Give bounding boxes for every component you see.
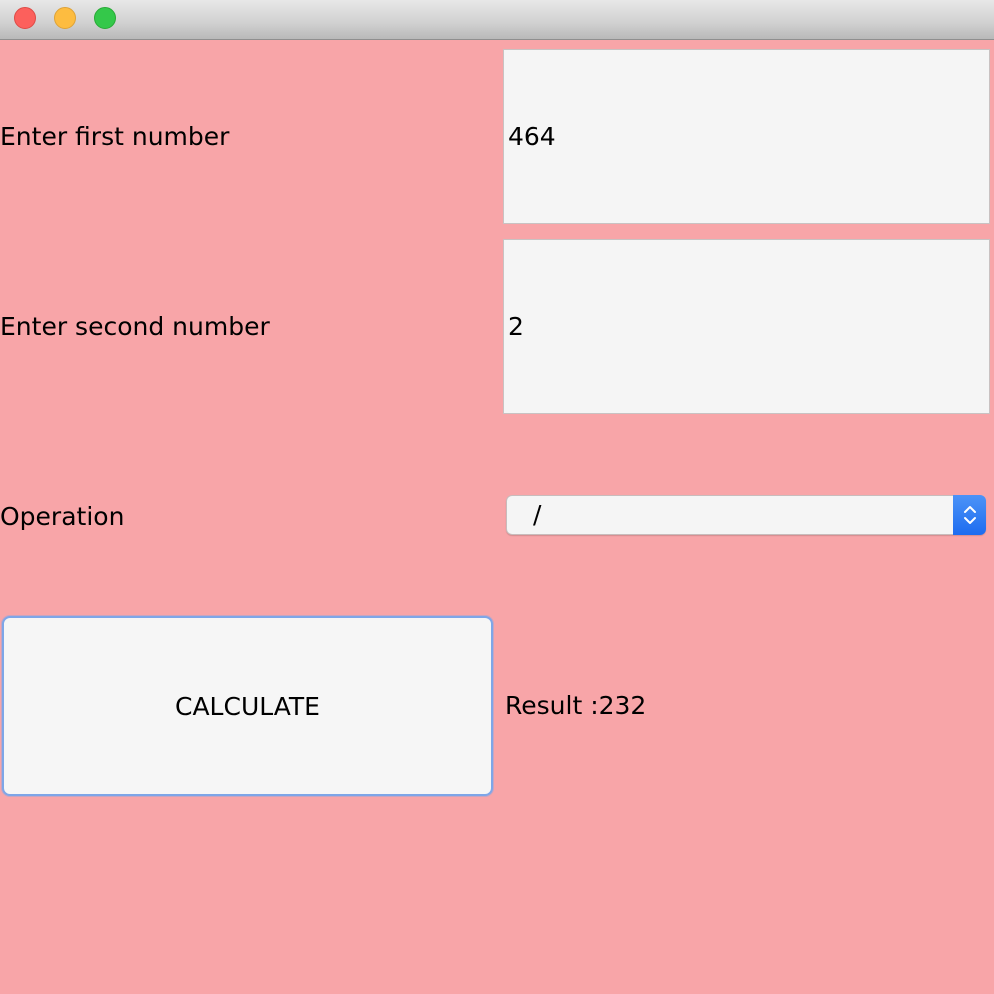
select-arrows-icon[interactable] [953, 495, 986, 535]
operation-selected-value: / [533, 500, 542, 529]
close-icon[interactable] [14, 7, 36, 29]
operation-select[interactable]: / [506, 495, 986, 535]
operation-label: Operation [0, 502, 125, 531]
calculate-button[interactable]: CALCULATE [2, 616, 493, 796]
second-number-input[interactable]: 2 [503, 239, 990, 414]
minimize-icon[interactable] [54, 7, 76, 29]
first-number-label: Enter first number [0, 122, 230, 151]
chevron-up-down-icon [963, 506, 976, 524]
first-number-input[interactable]: 464 [503, 49, 990, 224]
calculator-window: Enter first number 464 Enter second numb… [0, 0, 994, 994]
second-number-label: Enter second number [0, 312, 270, 341]
maximize-icon[interactable] [94, 7, 116, 29]
result-label: Result :232 [505, 691, 647, 720]
title-bar [0, 0, 994, 40]
